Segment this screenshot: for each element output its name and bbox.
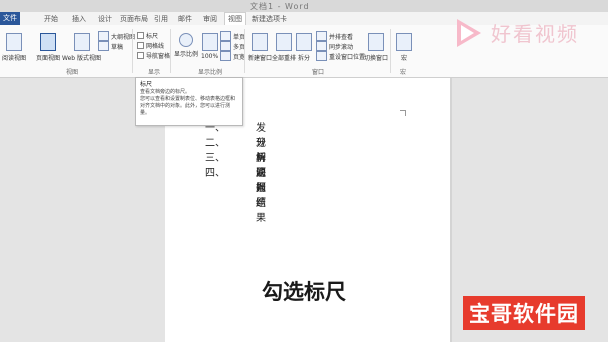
reset-position-icon xyxy=(316,51,327,61)
multi-page-button[interactable]: 多页 xyxy=(220,41,245,51)
tooltip-line2: 您可以查看和设置制表位、移动表格边框和对齐文档中的对象。此外，您可以进行测量。 xyxy=(140,96,236,116)
tab-view[interactable]: 视图 xyxy=(224,12,246,25)
side-by-side-button[interactable]: 并排查看 xyxy=(316,31,353,41)
navigation-check-box[interactable] xyxy=(137,52,144,59)
navigation-checkbox[interactable]: 导航窗格 xyxy=(137,51,170,60)
one-page-button[interactable]: 单页 xyxy=(220,31,245,41)
switch-windows-button[interactable]: 切换窗口 xyxy=(364,33,388,62)
reset-window-position-button[interactable]: 重设窗口位置 xyxy=(316,51,365,61)
arrange-all-icon xyxy=(276,33,292,51)
gridlines-check-box[interactable] xyxy=(137,42,144,49)
multi-page-icon xyxy=(220,41,231,51)
sync-scroll-icon xyxy=(316,41,327,51)
tab-page-layout[interactable]: 页面布局 xyxy=(120,14,148,24)
read-mode-button[interactable]: 阅读视图 xyxy=(2,33,26,62)
split-button[interactable]: 拆分 xyxy=(296,33,312,62)
draft-button[interactable]: 草稿 xyxy=(98,41,123,51)
macros-button[interactable]: 宏 xyxy=(396,33,412,62)
app-window: 文档1 - Word 开始 插入 设计 页面布局 引用 邮件 审阅 视图 新建选… xyxy=(0,0,608,342)
site-watermark: 宝哥软件园 xyxy=(463,296,585,330)
tab-file[interactable]: 文件 xyxy=(0,12,20,25)
tab-review[interactable]: 审阅 xyxy=(203,14,217,24)
show-group-label: 显示 xyxy=(148,69,161,76)
separator xyxy=(244,29,245,73)
tab-mailings[interactable]: 邮件 xyxy=(178,14,192,24)
margin-corner-right xyxy=(400,110,406,116)
macros-icon xyxy=(396,33,412,51)
window-group-label: 窗口 xyxy=(312,69,325,76)
magnifier-icon xyxy=(179,33,193,47)
title-bar: 文档1 - Word xyxy=(0,0,608,12)
zoom-group-label: 显示比例 xyxy=(198,69,223,76)
read-mode-icon xyxy=(6,33,22,51)
side-by-side-icon xyxy=(316,31,327,41)
ruler-check-box[interactable] xyxy=(137,32,144,39)
sync-scroll-button[interactable]: 同步滚动 xyxy=(316,41,353,51)
separator xyxy=(390,29,391,73)
separator xyxy=(170,29,171,73)
views-group-label: 视图 xyxy=(66,69,79,76)
one-page-icon xyxy=(220,31,231,41)
tab-home[interactable]: 开始 xyxy=(44,14,58,24)
new-window-button[interactable]: 新建窗口 xyxy=(248,33,272,62)
tab-insert[interactable]: 插入 xyxy=(72,14,86,24)
ruler-checkbox[interactable]: 标尺 xyxy=(137,31,158,40)
web-layout-icon xyxy=(73,33,90,51)
ruler-tooltip: 标尺 查看文档旁边的标尺。 您可以查看和设置制表位、移动表格边框和对齐文档中的对… xyxy=(135,77,243,126)
outline-icon xyxy=(98,31,109,41)
tab-new-tab[interactable]: 新建选项卡 xyxy=(252,14,287,24)
zoom-button[interactable]: 显示比例 xyxy=(174,33,198,58)
tooltip-title: 标尺 xyxy=(140,81,153,88)
zoom-100-button[interactable]: 100% xyxy=(201,33,218,60)
switch-windows-icon xyxy=(368,33,384,51)
print-layout-icon xyxy=(40,33,56,51)
new-window-icon xyxy=(252,33,268,51)
window-title: 文档1 - Word xyxy=(250,2,310,11)
zoom-100-icon xyxy=(201,33,218,51)
macros-group-label: 宏 xyxy=(400,69,407,76)
brand-text: 好看视频 xyxy=(491,22,579,46)
print-layout-button[interactable]: 页面视图 xyxy=(36,33,60,62)
tooltip-line1: 查看文档旁边的标尺。 xyxy=(140,89,191,95)
draft-icon xyxy=(98,41,109,51)
separator xyxy=(132,29,133,73)
gridlines-checkbox[interactable]: 网格线 xyxy=(137,41,164,50)
brand-logo: 好看视频 xyxy=(457,18,579,47)
split-icon xyxy=(296,33,312,51)
web-layout-button[interactable]: Web 版式视图 xyxy=(62,33,101,62)
outline-button[interactable]: 大纲视图 xyxy=(98,31,135,41)
play-icon xyxy=(457,18,487,47)
tab-references[interactable]: 引用 xyxy=(154,14,168,24)
page-width-icon xyxy=(220,51,231,61)
tab-design[interactable]: 设计 xyxy=(98,14,112,24)
arrange-all-button[interactable]: 全部重排 xyxy=(272,33,296,62)
page-width-button[interactable]: 页宽 xyxy=(220,51,245,61)
